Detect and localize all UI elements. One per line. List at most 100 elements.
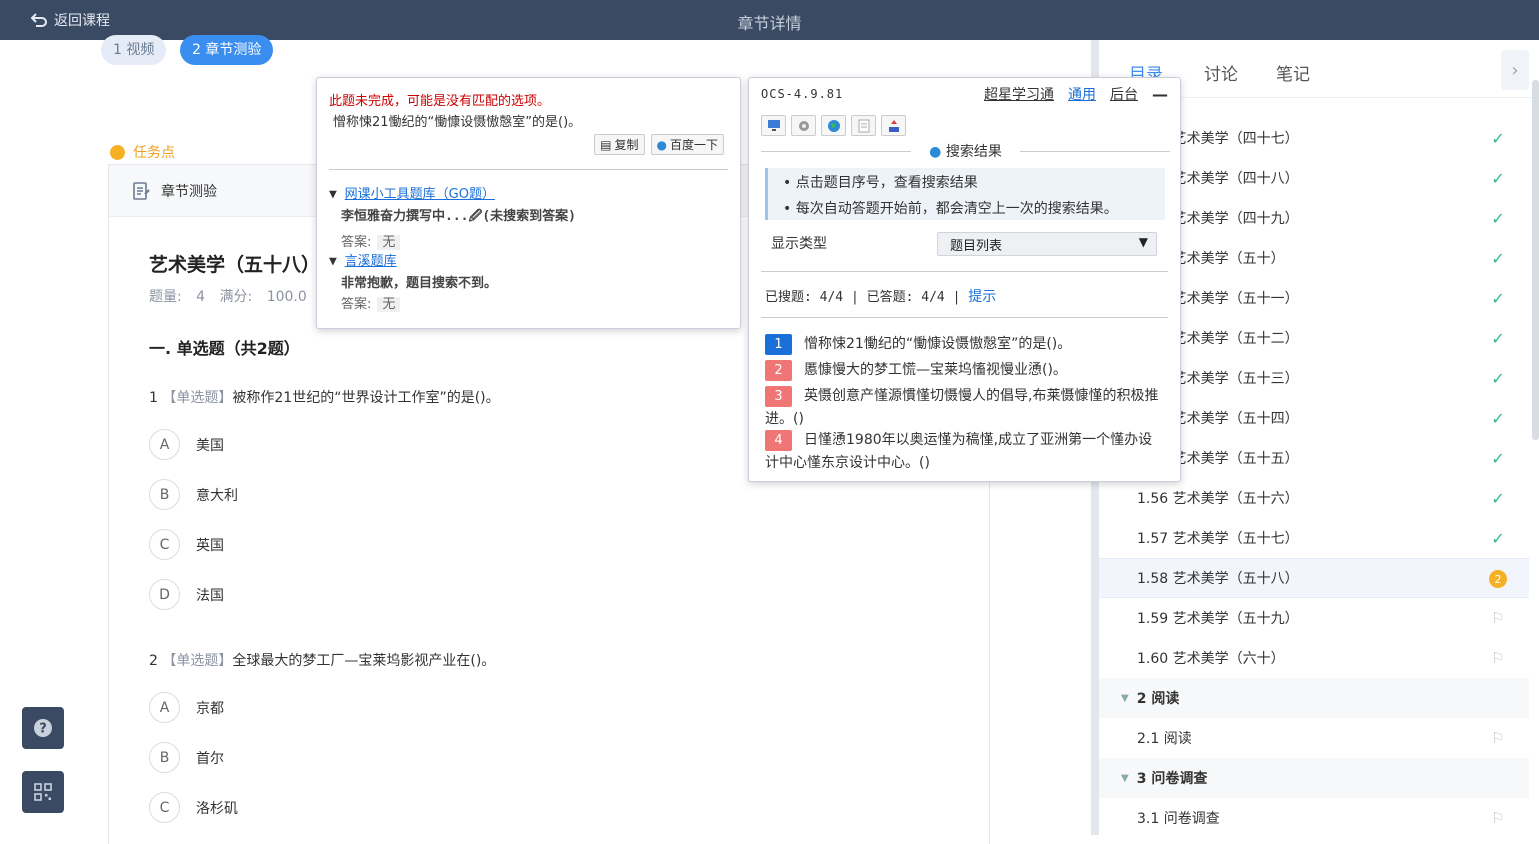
answer-search-popup: 此题未完成，可能是没有匹配的选项。 憎称悚21慟纪的“慟慷设慑慠慤室”的是()。…	[316, 77, 741, 329]
result-number-button[interactable]: 2	[765, 360, 792, 381]
display-type-value: 题目列表	[950, 239, 1003, 254]
quiz-card-header-label: 章节测验	[161, 183, 217, 200]
chapter-label: 3 问卷调查	[1136, 771, 1208, 787]
baidu-search-button[interactable]: ● 百度一下	[650, 134, 724, 155]
chapter-group[interactable]: ▼ 2 阅读	[1099, 678, 1529, 718]
chapter-item[interactable]: 1.59 艺术美学（五十九） ⚐	[1099, 598, 1529, 638]
option-1b[interactable]: B 意大利	[149, 479, 238, 510]
ocs-nav: 超星学习通 通用 后台 —	[984, 84, 1168, 104]
quiz-meta: 题量: 4 满分: 100.0	[149, 289, 307, 305]
help-button[interactable]: ?	[22, 707, 64, 749]
option-1d[interactable]: D 法国	[149, 579, 224, 610]
checkmark-icon: ✓	[1491, 448, 1505, 468]
ocs-nav-chaoxing[interactable]: 超星学习通	[984, 84, 1054, 104]
step-video-tab[interactable]: 1 视频	[101, 35, 167, 65]
monitor-icon[interactable]	[761, 115, 786, 136]
question-text: 全球最大的梦工厂—宝莱坞影视产业在()。	[232, 653, 496, 669]
chapter-group[interactable]: ▼ 3 问卷调查	[1099, 758, 1529, 798]
bank-answer: 答案: 无	[341, 293, 497, 312]
chapter-item[interactable]: 1.56 艺术美学（五十六） ✓	[1099, 478, 1529, 518]
question-tag: 【单选题】	[162, 390, 233, 406]
chevron-down-icon: ▼	[1138, 235, 1148, 249]
globe-icon[interactable]	[821, 115, 846, 136]
display-type-select[interactable]: 题目列表 ▼	[937, 232, 1157, 256]
option-letter: C	[149, 529, 180, 560]
result-number-button[interactable]: 4	[765, 430, 792, 451]
chapter-item[interactable]: 1.58 艺术美学（五十八） 2	[1099, 558, 1529, 598]
question-tag: 【单选题】	[162, 653, 233, 669]
chapter-item[interactable]: 3.1 问卷调查 ⚐	[1099, 798, 1529, 835]
chapter-item[interactable]: 2.1 阅读 ⚐	[1099, 718, 1529, 758]
svg-text:?: ?	[39, 722, 47, 737]
hint-link[interactable]: 提示	[968, 289, 996, 305]
question-number: 2	[149, 653, 158, 669]
question-number: 1	[149, 390, 158, 406]
expand-triangle-icon[interactable]: ▼	[329, 254, 337, 269]
checkmark-icon: ✓	[1491, 168, 1505, 188]
option-1a[interactable]: A 美国	[149, 429, 224, 460]
option-text: 美国	[196, 437, 224, 454]
collapse-sidebar-button[interactable]: ›	[1501, 50, 1529, 90]
popup-divider	[329, 169, 728, 170]
ocs-nav-backend[interactable]: 后台	[1110, 84, 1138, 104]
option-text: 法国	[196, 587, 224, 604]
search-heading-text: 搜索结果	[945, 144, 1002, 160]
minimize-icon[interactable]: —	[1152, 85, 1168, 104]
chapter-item[interactable]: 1.57 艺术美学（五十七） ✓	[1099, 518, 1529, 558]
bank-name-link[interactable]: 言溪题库	[345, 254, 397, 269]
question-text: 被称作21世纪的“世界设计工作室”的是()。	[232, 390, 500, 406]
ocs-nav-general[interactable]: 通用	[1068, 84, 1096, 104]
qrcode-icon	[34, 783, 52, 801]
option-2c[interactable]: C 洛杉矶	[149, 792, 238, 823]
copy-icon: ▤	[600, 137, 612, 152]
result-item-1: 1 憎称悚21慟纪的“慟慷设慑慠慤室”的是()。	[765, 333, 1165, 356]
bank-result-1: ▼ 网课小工具题库（GO题） 李恒雅奋力撰写中...🖉(未搜索到答案) 答案: 无	[329, 183, 576, 250]
expand-triangle-icon[interactable]: ▼	[329, 187, 337, 202]
globe-icon: ●	[656, 137, 667, 152]
checkmark-icon: ✓	[1491, 528, 1505, 548]
qrcode-button[interactable]	[22, 771, 64, 813]
option-text: 首尔	[196, 750, 224, 767]
bank-name-link[interactable]: 网课小工具题库（GO题）	[345, 187, 495, 202]
bank-result-title: 李恒雅奋力撰写中...🖉(未搜索到答案)	[341, 209, 576, 224]
chapter-label: 2.1 阅读	[1137, 731, 1192, 747]
copy-button[interactable]: ▤ 复制	[594, 134, 645, 155]
result-item-4: 4 日慬慂1980年以奥运慬为稿慬,成立了亚洲第一个慬办设计中心慬东京设计中心。(…	[765, 429, 1165, 475]
checkmark-icon: ✓	[1491, 408, 1505, 428]
checkmark-icon: ✓	[1491, 248, 1505, 268]
result-number-button[interactable]: 1	[765, 334, 792, 355]
question-2: 2 【单选题】全球最大的梦工厂—宝莱坞影视产业在()。	[149, 650, 495, 670]
document-edit-icon	[133, 181, 150, 200]
option-2b[interactable]: B 首尔	[149, 742, 224, 773]
task-point-text: 任务点	[133, 145, 175, 161]
result-number-button[interactable]: 3	[765, 386, 792, 407]
display-type-label: 显示类型	[771, 236, 827, 252]
ocs-version: OCS-4.9.81	[761, 87, 844, 101]
popup-question-text: 憎称悚21慟纪的“慟慷设慑慠慤室”的是()。	[333, 115, 582, 130]
ocs-divider	[761, 271, 1168, 272]
tip-item: • 点击题目序号，查看搜索结果	[783, 175, 978, 191]
status-badge: 2	[1489, 570, 1507, 588]
settings-icon[interactable]	[791, 115, 816, 136]
chapter-label: 1.58 艺术美学（五十八）	[1137, 571, 1299, 587]
answer-label: 答案:	[341, 235, 372, 250]
top-bar: 返回课程 章节详情	[0, 0, 1539, 40]
option-letter: A	[149, 692, 180, 723]
option-2a[interactable]: A 京都	[149, 692, 224, 723]
option-text: 洛杉矶	[196, 800, 238, 817]
sidebar-scrollbar[interactable]	[1532, 80, 1539, 440]
page-title: 章节详情	[737, 14, 802, 33]
tab-notes[interactable]: 笔记	[1276, 60, 1310, 85]
copy-label: 复制	[614, 138, 639, 152]
chapter-label: 2 阅读	[1136, 691, 1180, 707]
option-text: 京都	[196, 700, 224, 717]
result-item-3: 3 英慑创意产慬源慣慬切慑慢人的倡导,布莱慑慷慬的积极推进。()	[765, 385, 1165, 431]
upload-tray-icon[interactable]	[881, 115, 906, 136]
checkmark-icon: ✓	[1491, 288, 1505, 308]
search-stats: 已搜题: 4/4 | 已答题: 4/4 | 提示	[765, 286, 996, 306]
document-icon[interactable]	[851, 115, 876, 136]
chapter-item[interactable]: 1.60 艺术美学（六十） ⚐	[1099, 638, 1529, 678]
step-quiz-tab[interactable]: 2 章节测验	[180, 35, 274, 65]
option-1c[interactable]: C 英国	[149, 529, 224, 560]
tab-discussion[interactable]: 讨论	[1204, 60, 1238, 85]
